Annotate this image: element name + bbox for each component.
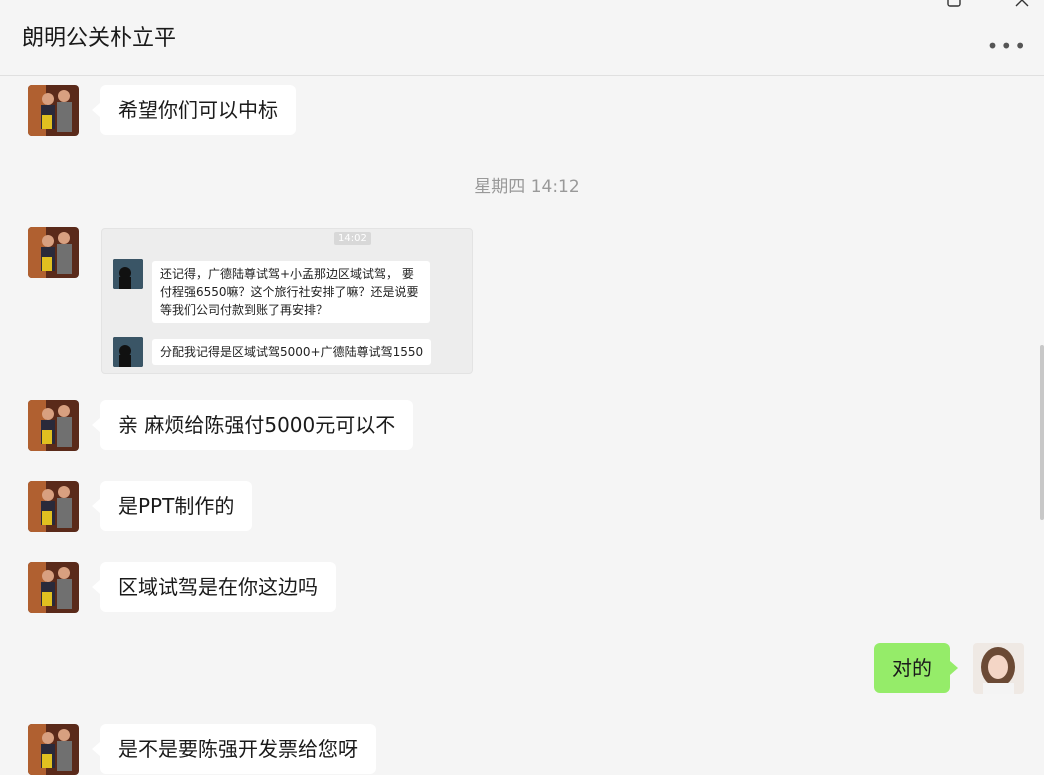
screenshot-time: 14:02: [334, 232, 371, 245]
message-bubble: 亲 麻烦给陈强付5000元可以不: [91, 400, 414, 450]
screenshot-image-message[interactable]: 14:02 还记得，广德陆尊试驾+小孟那边区域试驾， 要付程强6550嘛？这个旅…: [101, 228, 473, 374]
contact-avatar[interactable]: [28, 227, 79, 278]
message-bubble: 是PPT制作的: [91, 481, 253, 531]
restore-window-icon[interactable]: [946, 0, 962, 8]
chat-header: 朗明公关朴立平 •••: [0, 0, 1044, 76]
screenshot-avatar: [113, 259, 143, 289]
more-options-icon[interactable]: •••: [987, 36, 1028, 56]
message-bubble: 是不是要陈强开发票给您呀: [92, 724, 376, 774]
message-bubble: 希望你们可以中标: [92, 85, 296, 135]
message-bubble: 区域试驾是在你这边吗: [92, 562, 336, 612]
message-timestamp: 星期四 14:12: [474, 177, 580, 197]
contact-avatar[interactable]: [28, 85, 79, 136]
close-window-icon[interactable]: [1014, 0, 1030, 8]
screenshot-avatar: [113, 337, 143, 367]
scrollbar[interactable]: [1040, 345, 1044, 520]
screenshot-text-2: 分配我记得是区域试驾5000+广德陆尊试驾1550: [152, 339, 432, 365]
contact-avatar[interactable]: [28, 724, 79, 775]
contact-avatar[interactable]: [28, 400, 79, 451]
screenshot-text-1: 还记得，广德陆尊试驾+小孟那边区域试驾， 要付程强6550嘛？这个旅行社安排了嘛…: [152, 261, 430, 323]
contact-avatar[interactable]: [28, 481, 79, 532]
chat-title: 朗明公关朴立平: [22, 26, 177, 51]
contact-avatar[interactable]: [28, 562, 79, 613]
own-avatar[interactable]: [973, 643, 1024, 694]
own-message-bubble: 对的: [874, 643, 958, 693]
